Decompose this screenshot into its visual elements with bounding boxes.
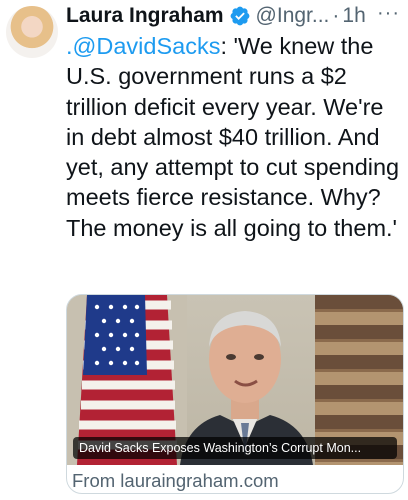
author-name[interactable]: Laura Ingraham [66, 4, 224, 28]
video-thumbnail[interactable]: David Sacks Exposes Washington’s Corrupt… [67, 295, 403, 465]
tweet-header: Laura Ingraham @Ingr... · 1h [66, 2, 366, 30]
tweet-body: : 'We knew the U.S. government runs a $2… [66, 33, 400, 241]
more-icon[interactable]: ··· [377, 2, 400, 25]
verified-badge-icon [230, 6, 249, 26]
separator-dot: · [332, 4, 340, 27]
avatar[interactable] [6, 6, 58, 58]
source-link[interactable]: From lauraingraham.com [72, 470, 279, 492]
tweet-text: .@DavidSacks: 'We knew the U.S. governme… [66, 31, 400, 243]
video-caption: David Sacks Exposes Washington’s Corrupt… [73, 437, 397, 459]
link-card[interactable]: David Sacks Exposes Washington’s Corrupt… [66, 294, 404, 494]
timestamp[interactable]: 1h [342, 4, 365, 28]
mention-link[interactable]: .@DavidSacks [66, 33, 220, 59]
author-handle[interactable]: @Ingr... [256, 4, 330, 28]
